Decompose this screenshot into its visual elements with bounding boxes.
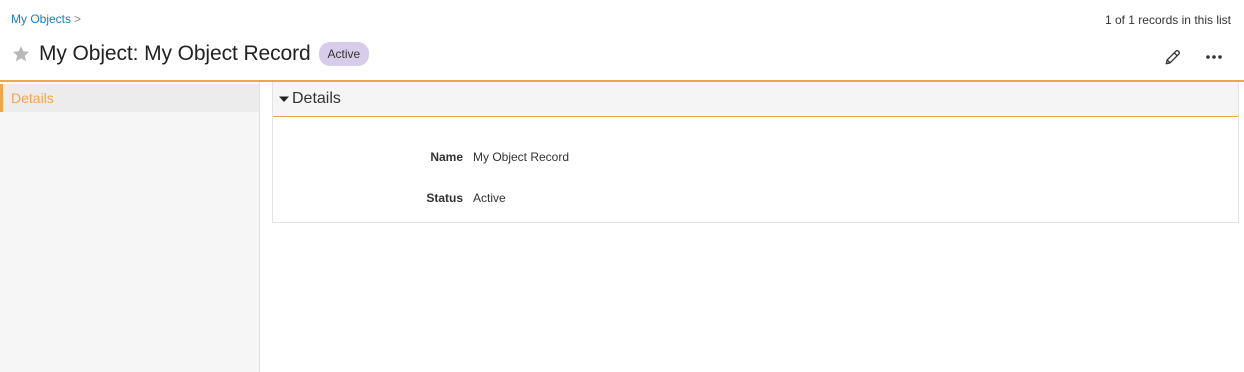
sidebar: Details xyxy=(0,82,260,372)
details-panel-title: Details xyxy=(292,90,341,107)
status-badge: Active xyxy=(318,42,370,66)
records-count: 1 of 1 records in this list xyxy=(1104,13,1231,27)
record-actions xyxy=(1162,46,1224,68)
record-header: My Objects > 1 of 1 records in this list … xyxy=(0,0,1244,82)
breadcrumb-link-my-objects[interactable]: My Objects xyxy=(11,12,71,26)
details-panel-header[interactable]: Details xyxy=(273,82,1238,117)
breadcrumb-separator: > xyxy=(74,12,82,26)
field-status: Status Active xyxy=(273,191,1238,207)
page-title: My Object: My Object Record xyxy=(39,42,311,65)
details-panel: Details Name My Object Record Status Act… xyxy=(272,82,1239,223)
title-row: My Object: My Object Record Active xyxy=(11,40,370,68)
sidebar-item-details[interactable]: Details xyxy=(0,84,259,112)
field-label: Name xyxy=(430,150,463,164)
more-dots-icon[interactable] xyxy=(1204,46,1224,68)
breadcrumb: My Objects > xyxy=(11,12,81,26)
field-label: Status xyxy=(426,191,463,205)
pencil-icon[interactable] xyxy=(1162,46,1184,68)
field-value: Active xyxy=(473,191,506,205)
field-name: Name My Object Record xyxy=(273,150,1238,166)
field-value: My Object Record xyxy=(473,150,570,164)
caret-down-icon xyxy=(279,94,289,104)
star-icon[interactable] xyxy=(11,44,31,64)
